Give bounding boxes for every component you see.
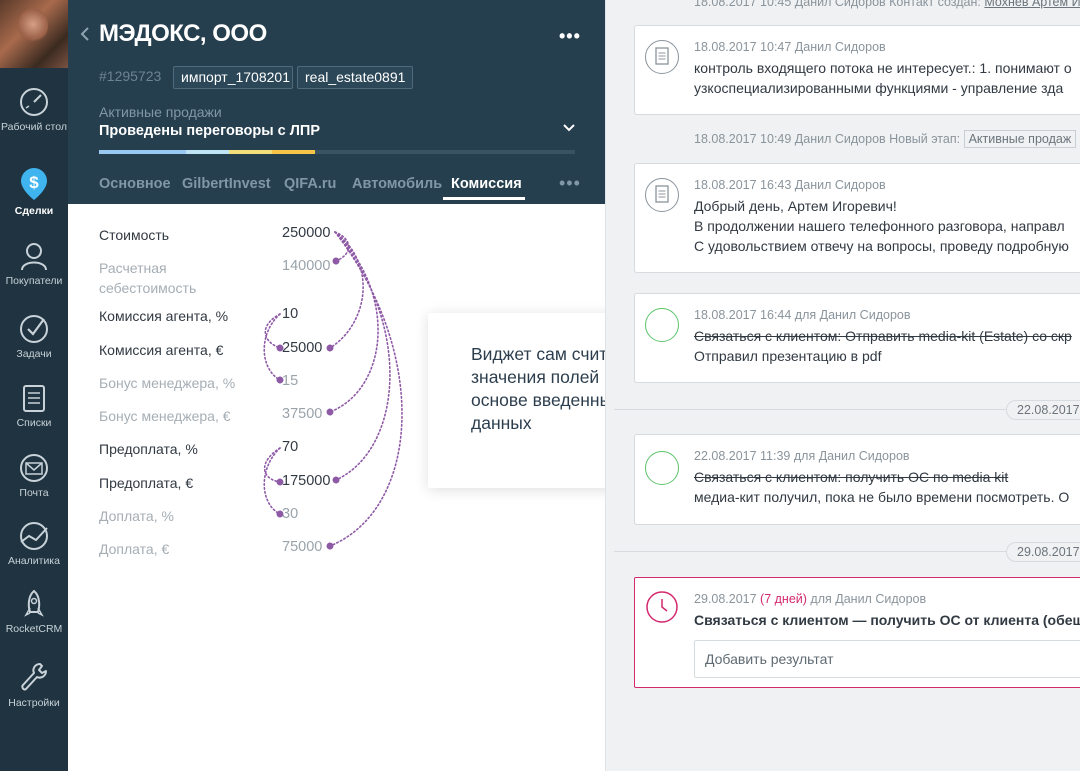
nav-label: Настройки — [8, 697, 60, 709]
deals-dollar-icon: $ — [21, 168, 47, 200]
check-circle-icon — [645, 308, 679, 342]
dashboard-gauge-icon — [20, 88, 48, 116]
nav-item-rocketcrm[interactable]: RocketCRM — [0, 588, 68, 636]
task-meta: 22.08.2017 11:39 для Данил Сидоров — [694, 449, 910, 463]
tab-commission[interactable]: Комиссия — [451, 176, 522, 192]
tasks-check-icon — [20, 315, 48, 343]
tag-import[interactable]: импорт_1708201 — [173, 66, 293, 89]
nav-item-analytics[interactable]: Аналитика — [0, 520, 68, 568]
arrow-cost-to-surcharge — [326, 231, 403, 550]
task-result: медиа-кит получил, пока не было времени … — [694, 489, 1070, 505]
nav-item-dashboard[interactable]: Рабочий стол — [0, 86, 68, 134]
user-avatar[interactable] — [0, 0, 68, 68]
date-pill: 29.08.2017 — [1006, 542, 1080, 562]
nav-label: Покупатели — [5, 275, 63, 287]
arrow-cost-to-prepay — [332, 231, 391, 484]
note-meta: 18.08.2017 16:43 Данил Сидоров — [694, 178, 886, 192]
note-text-line: Добрый день, Артем Игоревич! — [694, 198, 897, 214]
contact-created-text: 18.08.2017 10:45 Данил Сидоров Контакт с… — [694, 0, 981, 9]
add-result-input[interactable] — [694, 640, 1080, 678]
task-result: Отправил презентацию в pdf — [694, 348, 882, 364]
tag-real-estate[interactable]: real_estate0891 — [297, 66, 414, 89]
feed-stage-change: 18.08.2017 10:49 Данил Сидоров Новый эта… — [694, 130, 1077, 148]
progress-segment-1 — [99, 150, 186, 154]
svg-text:$: $ — [29, 173, 39, 192]
task-meta: 18.08.2017 16:44 для Данил Сидоров — [694, 308, 911, 322]
nav-label: Задачи — [16, 348, 52, 360]
nav-label: Списки — [16, 417, 52, 429]
nav-item-tasks[interactable]: Задачи — [0, 313, 68, 361]
mail-icon — [20, 454, 48, 482]
analytics-icon — [20, 522, 48, 550]
more-options-icon[interactable]: ••• — [559, 26, 581, 47]
company-name[interactable]: МЭДОКС, ООО — [99, 20, 267, 48]
open-task-title: Связаться с клиентом — получить ОС от кл… — [694, 612, 1080, 628]
tabs-more-icon[interactable]: ••• — [559, 173, 581, 194]
tab-gilbertinvest[interactable]: GilbertInvest — [182, 176, 271, 192]
open-task-card: 29.08.2017 (7 дней) для Данил Сидоров Св… — [634, 577, 1080, 688]
document-icon — [655, 185, 669, 203]
nav-label: Почта — [19, 487, 49, 499]
nav-label: Аналитика — [8, 555, 60, 567]
left-navigation: Рабочий стол $ Сделки Покупатели Задачи … — [0, 0, 68, 771]
nav-label: Рабочий стол — [1, 121, 67, 133]
open-task-meta: 29.08.2017 (7 дней) для Данил Сидоров — [694, 592, 926, 606]
note-card: 18.08.2017 16:43 Данил Сидоров Добрый де… — [634, 163, 1080, 273]
nav-item-deals[interactable]: $ Сделки — [0, 166, 68, 218]
stage-select[interactable]: Проведены переговоры с ЛПР — [99, 123, 320, 139]
note-text-line: контроль входящего потока не интересует.… — [694, 60, 1072, 76]
note-meta: 18.08.2017 10:47 Данил Сидоров — [694, 40, 886, 54]
task-completed-card: 22.08.2017 11:39 для Данил Сидоров Связа… — [634, 434, 1080, 525]
date-pill: 22.08.2017 — [1006, 400, 1080, 420]
activity-feed: 18.08.2017 10:45 Данил Сидоров Контакт с… — [605, 0, 1080, 771]
stage-change-text: 18.08.2017 10:49 Данил Сидоров Новый эта… — [694, 132, 961, 146]
overdue-badge: (7 дней) — [760, 592, 807, 606]
back-chevron-icon[interactable] — [80, 27, 90, 41]
feed-contact-created: 18.08.2017 10:45 Данил Сидоров Контакт с… — [694, 0, 1080, 9]
arrow-cost-to-agent — [326, 231, 364, 352]
check-circle-icon — [645, 451, 679, 485]
note-card: 18.08.2017 10:47 Данил Сидоров контроль … — [634, 25, 1080, 115]
note-icon — [645, 178, 679, 212]
nav-label: Сделки — [14, 205, 54, 217]
tab-qifa[interactable]: QIFA.ru — [284, 176, 336, 192]
pipeline-name: Активные продажи — [99, 104, 222, 120]
lists-icon — [23, 385, 45, 412]
nav-label: RocketCRM — [5, 623, 63, 635]
progress-segment-3 — [229, 150, 272, 154]
task-completed-card: 18.08.2017 16:44 для Данил Сидоров Связа… — [634, 293, 1080, 383]
task-date: 29.08.2017 — [694, 592, 757, 606]
task-title: Связаться с клиентом: получить ОС по med… — [694, 469, 1009, 485]
task-title: Связаться с клиентом: Отправить media-ki… — [694, 328, 1072, 344]
note-text-line: В продолжении нашего телефонного разгово… — [694, 218, 1065, 234]
document-icon — [655, 47, 669, 65]
note-text-line: С удовольствием отвечу на вопросы, прове… — [694, 238, 1069, 254]
deal-id: #1295723 — [99, 68, 162, 84]
nav-item-customers[interactable]: Покупатели — [0, 240, 68, 288]
arrow-prepay-pct-to-eur — [263, 447, 284, 486]
progress-segment-2 — [186, 150, 229, 154]
active-tab-indicator — [443, 197, 525, 200]
settings-wrench-icon — [21, 663, 47, 691]
arrow-cost-to-estimated — [332, 231, 350, 265]
customers-icon — [21, 243, 47, 271]
rocket-icon — [24, 589, 44, 617]
tab-main[interactable]: Основное — [99, 176, 171, 192]
clock-icon — [646, 591, 678, 623]
nav-item-mail[interactable]: Почта — [0, 452, 68, 500]
progress-segment-4 — [272, 150, 315, 154]
note-icon — [645, 40, 679, 74]
contact-link[interactable]: Мохнев Артем И — [984, 0, 1080, 9]
nav-item-settings[interactable]: Настройки — [0, 660, 68, 710]
deal-card-header: МЭДОКС, ООО ••• #1295723 импорт_1708201 … — [68, 0, 605, 204]
chevron-down-icon[interactable] — [563, 123, 575, 133]
task-assignee: для Данил Сидоров — [810, 592, 927, 606]
note-text-line: узкоспециализированными функциями - упра… — [694, 80, 1064, 96]
tab-auto[interactable]: Автомобиль — [352, 176, 442, 192]
arrow-prepay-to-surcharge — [263, 447, 284, 518]
stage-progress-bar — [99, 150, 575, 154]
stage-change-badge: Активные продаж — [963, 130, 1077, 148]
nav-item-lists[interactable]: Списки — [0, 382, 68, 430]
